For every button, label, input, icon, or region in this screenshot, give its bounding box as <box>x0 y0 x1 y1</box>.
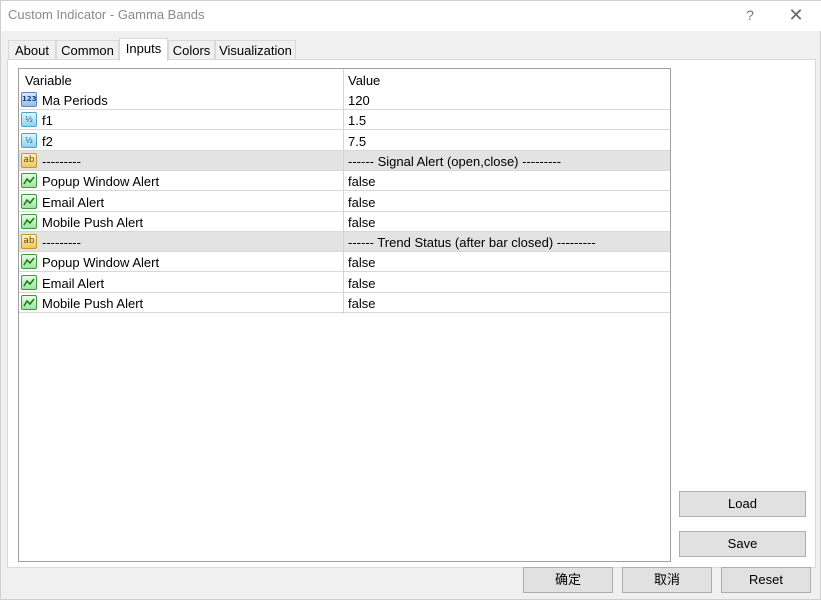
row-variable-name: --------- <box>42 153 81 169</box>
ok-button[interactable]: 确定 <box>523 567 613 593</box>
table-row[interactable]: ½ f2 7.5 <box>19 130 670 151</box>
tab-visualization[interactable]: Visualization <box>215 40 296 60</box>
close-icon[interactable]: ✕ <box>784 4 808 26</box>
load-button[interactable]: Load <box>679 491 806 517</box>
tab-colors[interactable]: Colors <box>168 40 215 60</box>
row-variable-name: Popup Window Alert <box>42 255 160 271</box>
inputs-grid[interactable]: Variable Value 123 Ma Periods 120 ½ f1 1.5 ½ f2… <box>18 68 671 562</box>
bool-icon <box>21 213 37 229</box>
int-icon: 123 <box>21 92 37 107</box>
title-bar: Custom Indicator - Gamma Bands ? ✕ <box>1 1 821 31</box>
row-variable-name: f1 <box>42 113 53 129</box>
row-value[interactable]: 120 <box>348 93 370 108</box>
row-variable-name: f2 <box>42 133 53 149</box>
row-value[interactable]: false <box>348 215 375 230</box>
grid-header: Variable Value <box>19 69 670 90</box>
bool-icon <box>21 254 37 270</box>
row-value[interactable]: false <box>348 255 375 270</box>
tab-common[interactable]: Common <box>56 40 119 60</box>
row-variable-name: Popup Window Alert <box>42 174 160 190</box>
tab-inputs[interactable]: Inputs <box>119 38 168 61</box>
save-button[interactable]: Save <box>679 531 806 557</box>
row-value[interactable]: ------ Trend Status (after bar closed) -… <box>348 235 596 250</box>
column-header-variable[interactable]: Variable <box>25 73 72 88</box>
bool-icon <box>21 173 37 189</box>
inputs-panel: Variable Value 123 Ma Periods 120 ½ f1 1.5 ½ f2… <box>7 59 816 568</box>
double-icon: ½ <box>21 132 37 148</box>
reset-button[interactable]: Reset <box>721 567 811 593</box>
cell-divider <box>343 211 344 232</box>
string-icon: ab <box>21 152 37 168</box>
row-variable-name: Email Alert <box>42 275 105 291</box>
table-row[interactable]: Email Alert false <box>19 272 670 293</box>
row-value[interactable]: ------ Signal Alert (open,close) -------… <box>348 154 561 169</box>
table-row[interactable]: Popup Window Alert false <box>19 252 670 273</box>
cell-divider <box>343 252 344 273</box>
table-row[interactable]: 123 Ma Periods 120 <box>19 90 670 110</box>
row-value[interactable]: 7.5 <box>348 134 366 149</box>
cell-divider <box>343 150 344 171</box>
cell-divider <box>343 171 344 192</box>
table-row[interactable]: ½ f1 1.5 <box>19 110 670 131</box>
cell-divider <box>343 293 344 313</box>
row-variable-name: Mobile Push Alert <box>42 214 144 230</box>
string-icon: ab <box>21 234 37 250</box>
tab-about[interactable]: About <box>8 40 56 60</box>
window-title: Custom Indicator - Gamma Bands <box>8 7 205 22</box>
bool-icon <box>21 274 37 290</box>
table-row[interactable]: Mobile Push Alert false <box>19 293 670 313</box>
row-value[interactable]: false <box>348 174 375 189</box>
row-variable-name: Email Alert <box>42 194 105 210</box>
table-row[interactable]: Mobile Push Alert false <box>19 211 670 232</box>
row-value[interactable]: false <box>348 296 375 311</box>
double-icon: ½ <box>21 112 37 128</box>
table-row[interactable]: ab --------- ------ Trend Status (after ba… <box>19 232 670 253</box>
table-row[interactable]: ab --------- ------ Signal Alert (open,clo… <box>19 150 670 171</box>
column-header-value[interactable]: Value <box>348 73 380 88</box>
dialog-window: Custom Indicator - Gamma Bands ? ✕ About… <box>0 0 821 600</box>
row-variable-name: Ma Periods <box>42 93 108 108</box>
row-variable-name: --------- <box>42 235 81 251</box>
help-icon[interactable]: ? <box>739 5 761 25</box>
cancel-button[interactable]: 取消 <box>622 567 712 593</box>
cell-divider <box>343 232 344 253</box>
row-value[interactable]: false <box>348 276 375 291</box>
row-variable-name: Mobile Push Alert <box>42 296 144 311</box>
table-row[interactable]: Email Alert false <box>19 191 670 212</box>
cell-divider <box>343 272 344 293</box>
row-value[interactable]: 1.5 <box>348 113 366 128</box>
bool-icon <box>21 295 37 310</box>
cell-divider <box>343 90 344 110</box>
cell-divider <box>343 110 344 131</box>
bool-icon <box>21 193 37 209</box>
cell-divider <box>343 130 344 151</box>
cell-divider <box>343 191 344 212</box>
row-value[interactable]: false <box>348 195 375 210</box>
table-row[interactable]: Popup Window Alert false <box>19 171 670 192</box>
